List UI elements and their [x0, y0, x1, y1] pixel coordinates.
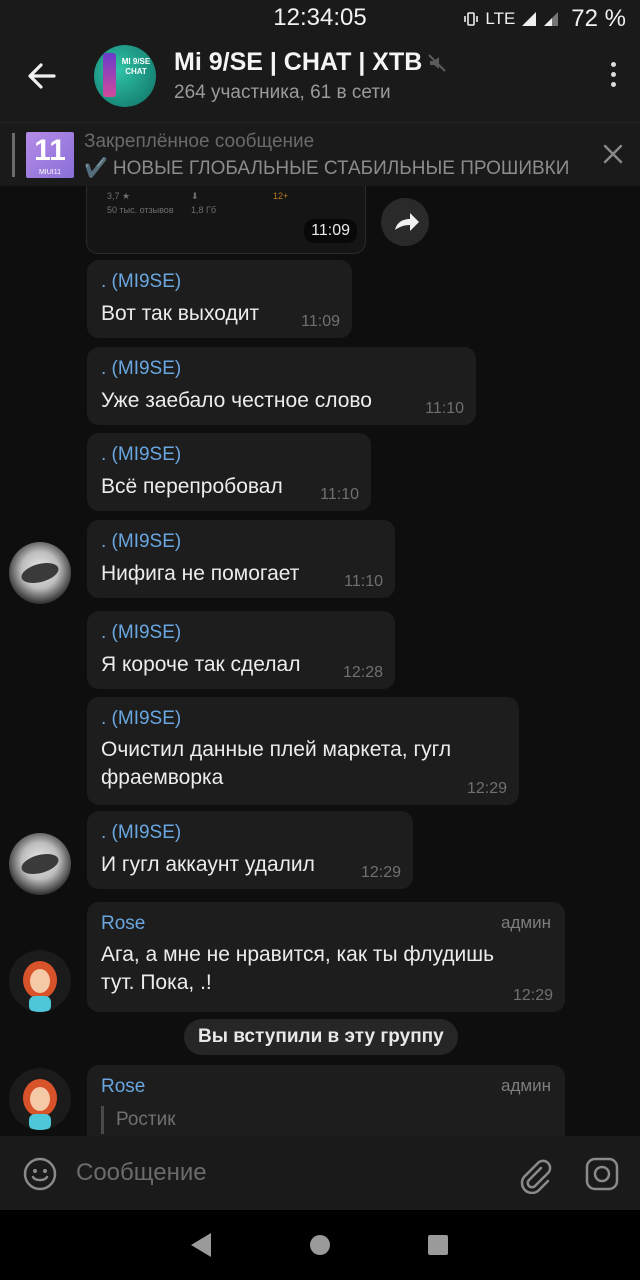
sender-name[interactable]: . (MI9SE) [101, 529, 381, 555]
message-text: И гугл аккаунт удалил [101, 853, 315, 876]
chat-header: MI 9/SE CHAT Mi 9/SE | CHAT | XTB 264 уч… [0, 36, 640, 122]
message-input[interactable] [76, 1154, 496, 1192]
user-avatar[interactable] [9, 542, 71, 604]
service-message: Вы вступили в эту группу [184, 1019, 458, 1055]
pinned-thumbnail: 11 MIUI11 [26, 132, 74, 178]
pinned-title: Закреплённое сообщение [84, 131, 315, 152]
chat-avatar[interactable]: MI 9/SE CHAT [94, 45, 156, 107]
share-icon[interactable] [381, 198, 429, 246]
message-time: 11:10 [344, 573, 383, 590]
app-size: 1,8 Гб [191, 205, 217, 215]
sender-name[interactable]: . (MI9SE) [101, 820, 399, 846]
nav-recents-icon[interactable] [428, 1235, 448, 1255]
message-time: 11:10 [425, 400, 464, 417]
network-label: LTE [485, 9, 516, 28]
paperclip-icon[interactable] [514, 1154, 554, 1194]
message-time: 12:29 [466, 780, 507, 797]
member-count: 264 участника, 61 в сети [174, 82, 391, 103]
sender-name[interactable]: . (MI9SE) [101, 706, 505, 732]
battery-level: 72 % [571, 5, 626, 32]
sender-name[interactable]: Rose [101, 911, 551, 937]
emoji-icon[interactable] [22, 1156, 58, 1192]
phone-image [103, 53, 116, 97]
camera-icon[interactable] [584, 1156, 620, 1192]
message-bubble[interactable]: . (MI9SE) Вот так выходит 11:09 [87, 260, 352, 338]
chat-title[interactable]: Mi 9/SE | CHAT | XTB [174, 48, 422, 77]
reply-quote[interactable]: Ростик [101, 1106, 551, 1134]
message-bubble[interactable]: Rose админ Ага, а мне не нравится, как т… [87, 902, 565, 1012]
user-avatar[interactable] [9, 833, 71, 895]
message-bubble[interactable]: . (MI9SE) Очистил данные плей маркета, г… [87, 697, 519, 805]
sender-name[interactable]: Rose [101, 1074, 551, 1100]
message-text: Ага, а мне не нравится, как ты флудишь т… [101, 943, 495, 994]
message-bubble[interactable]: . (MI9SE) Уже заебало честное слово 11:1… [87, 347, 476, 425]
avatar-text: MI 9/SE CHAT [121, 57, 151, 76]
system-nav-bar [0, 1210, 640, 1280]
sender-name[interactable]: . (MI9SE) [101, 620, 381, 646]
sender-name[interactable]: . (MI9SE) [101, 356, 462, 382]
status-bar: 12:34:05 LTE 72 % [0, 0, 640, 36]
rose-avatar-icon[interactable] [9, 950, 71, 1012]
pinned-message[interactable]: 11 MIUI11 Закреплённое сообщение ✔️ НОВЫ… [0, 122, 640, 186]
muted-speaker-icon [428, 54, 446, 72]
message-text: Я короче так сделал [101, 653, 301, 676]
back-arrow-icon[interactable] [22, 56, 62, 96]
more-menu-icon[interactable] [608, 62, 618, 94]
close-icon[interactable] [600, 141, 626, 167]
admin-badge: админ [501, 913, 551, 932]
message-bubble[interactable]: . (MI9SE) Всё перепробовал 11:10 [87, 433, 371, 511]
message-text: Нифига не помогает [101, 562, 300, 585]
message-time: 11:09 [301, 313, 340, 330]
admin-badge: админ [501, 1076, 551, 1095]
message-bubble[interactable]: . (MI9SE) Я короче так сделал 12:28 [87, 611, 395, 689]
message-bubble[interactable]: . (MI9SE) Нифига не помогает 11:10 [87, 520, 395, 598]
message-text: Очистил данные плей маркета, гугл фраемв… [101, 738, 452, 789]
message-text: Всё перепробовал [101, 475, 283, 498]
app-rating: 3,7 ★ [107, 191, 131, 201]
message-bubble[interactable]: Rose админ Ростик [87, 1065, 565, 1136]
message-time: 12:29 [360, 864, 401, 881]
message-list[interactable]: 3,7 ★ 50 тыс. отзывов ⬇ 1,8 Гб 12+ 11:09… [0, 186, 640, 1136]
nav-home-icon[interactable] [310, 1235, 330, 1255]
pinned-text: ✔️ НОВЫЕ ГЛОБАЛЬНЫЕ СТАБИЛЬНЫЕ ПРОШИВКИ [84, 158, 570, 179]
signal-icon [522, 12, 537, 26]
message-time: 12:28 [342, 664, 383, 681]
signal-2-icon [544, 12, 559, 26]
composer [0, 1136, 640, 1210]
age-rating: 12+ [273, 191, 289, 201]
download-icon: ⬇ [191, 191, 199, 201]
nav-back-icon[interactable] [190, 1232, 212, 1258]
sender-name[interactable]: . (MI9SE) [101, 442, 357, 468]
sender-name[interactable]: . (MI9SE) [101, 269, 338, 295]
pinned-indicator [12, 133, 15, 177]
message-time: 11:09 [304, 219, 357, 243]
rose-avatar-icon[interactable] [9, 1068, 71, 1130]
message-text: Уже заебало честное слово [101, 389, 372, 412]
vibrate-icon [464, 12, 479, 26]
media-message[interactable]: 3,7 ★ 50 тыс. отзывов ⬇ 1,8 Гб 12+ 11:09 [86, 186, 366, 254]
message-bubble[interactable]: . (MI9SE) И гугл аккаунт удалил 12:29 [87, 811, 413, 889]
app-reviews: 50 тыс. отзывов [107, 205, 174, 215]
message-time: 11:10 [320, 486, 359, 503]
status-icons: LTE 72 % [463, 5, 626, 33]
message-time: 12:29 [512, 987, 553, 1004]
